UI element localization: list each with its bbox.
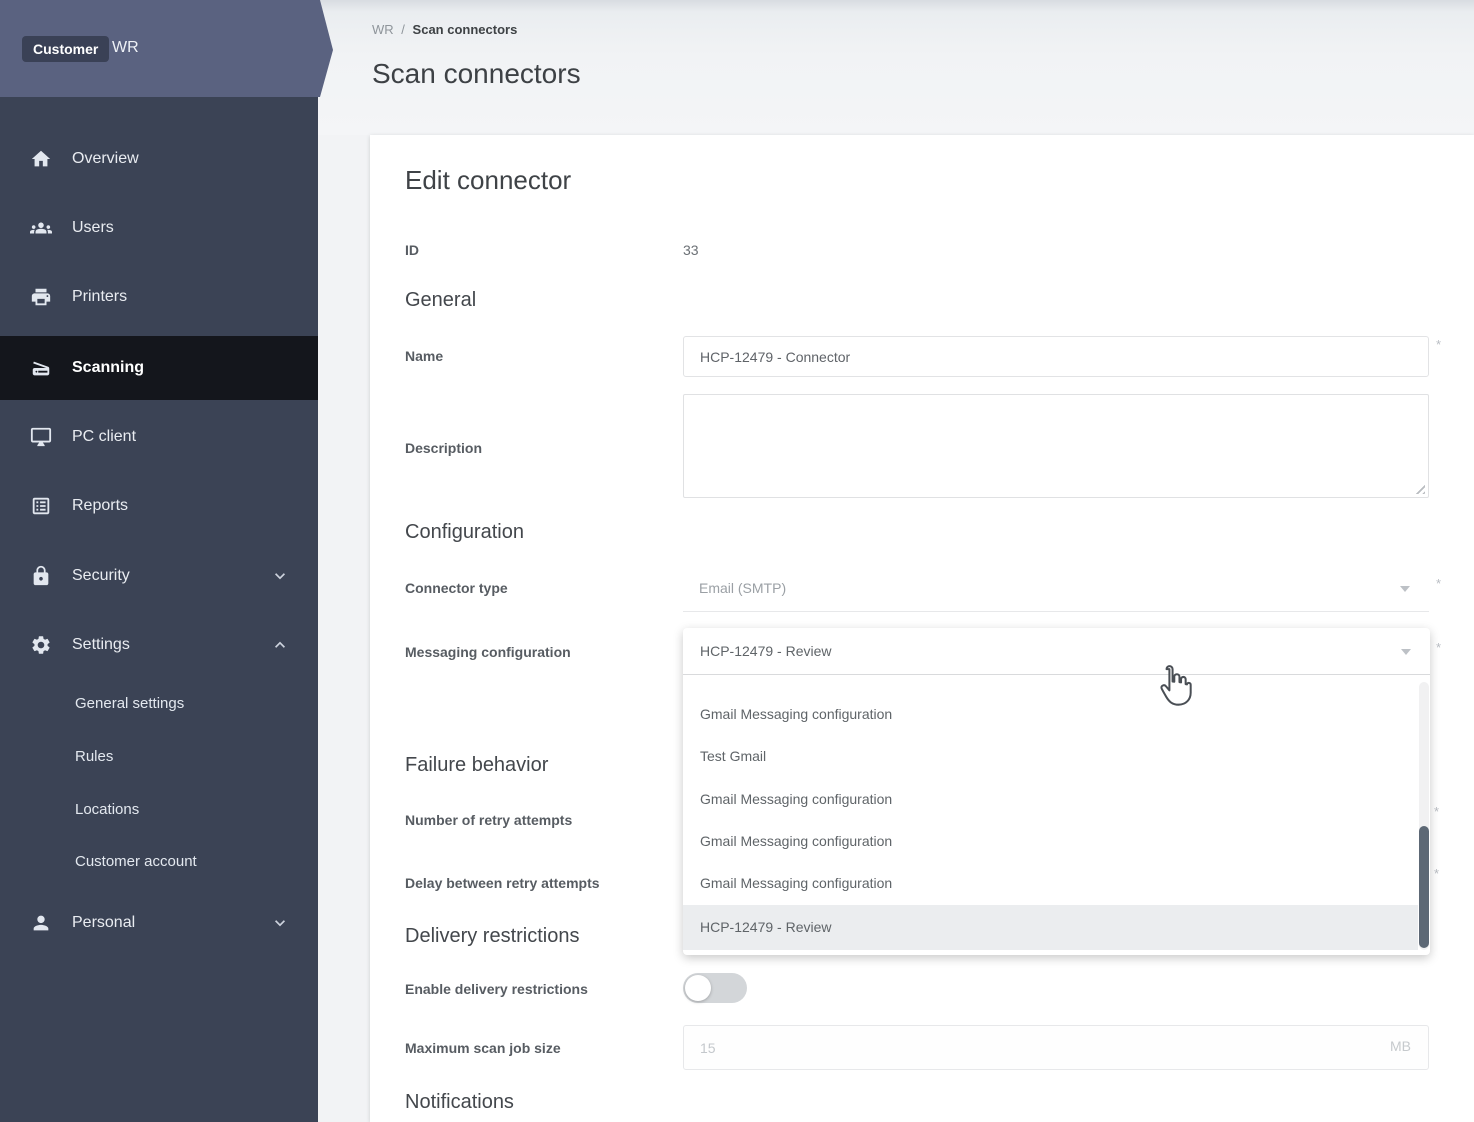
sidebar-item-personal[interactable]: Personal	[0, 901, 318, 945]
scanner-icon	[30, 357, 52, 379]
sidebar-item-label: Users	[72, 219, 114, 237]
users-icon	[30, 217, 52, 239]
sidebar-item-label: PC client	[72, 428, 136, 446]
sidebar-item-label: Reports	[72, 497, 128, 515]
sidebar-item-security[interactable]: Security	[0, 554, 318, 598]
id-value: 33	[683, 240, 699, 260]
dropdown-option[interactable]: Gmail Messaging configuration	[683, 693, 1418, 736]
page-title: Scan connectors	[372, 58, 581, 90]
sidebar-item-label: Security	[72, 567, 130, 585]
retry-attempts-label: Number of retry attempts	[405, 810, 572, 830]
connector-type-label: Connector type	[405, 578, 508, 598]
enable-delivery-toggle[interactable]	[683, 973, 747, 1003]
sidebar: Customer WR Overview Users Printers Scan…	[0, 0, 318, 1122]
sidebar-item-settings[interactable]: Settings	[0, 623, 318, 667]
sidebar-subitem-rules[interactable]: Rules	[0, 738, 318, 774]
customer-badge: Customer	[22, 36, 109, 62]
section-notifications: Notifications	[405, 1089, 514, 1115]
sidebar-item-label: Settings	[72, 636, 130, 654]
chevron-down-icon	[1401, 649, 1411, 655]
customer-name: WR	[112, 39, 139, 57]
sidebar-item-scanning[interactable]: Scanning	[0, 336, 318, 400]
printer-icon	[30, 286, 52, 308]
chevron-down-icon	[1400, 586, 1410, 592]
sidebar-header: Customer WR	[0, 0, 335, 97]
sidebar-subitem-label: General settings	[75, 695, 184, 712]
sidebar-subitem-label: Rules	[75, 748, 113, 765]
sidebar-item-label: Overview	[72, 150, 139, 168]
retry-delay-label: Delay between retry attempts	[405, 873, 600, 893]
dropdown-option[interactable]: Test Gmail	[683, 735, 1418, 778]
page-header: WR / Scan connectors Scan connectors	[318, 0, 1474, 135]
messaging-config-dropdown: HCP-12479 - Review Gmail Messaging confi…	[683, 628, 1430, 955]
sidebar-item-label: Personal	[72, 914, 135, 932]
sidebar-item-printers[interactable]: Printers	[0, 275, 318, 319]
section-failure-behavior: Failure behavior	[405, 752, 548, 778]
toggle-knob	[685, 975, 711, 1001]
required-marker: *	[1436, 641, 1441, 654]
chevron-up-icon	[270, 635, 290, 655]
breadcrumb-root-link[interactable]: WR	[372, 22, 394, 37]
section-configuration: Configuration	[405, 519, 524, 545]
required-marker: *	[1434, 805, 1439, 818]
description-textarea[interactable]	[683, 394, 1429, 498]
required-marker: *	[1436, 577, 1441, 590]
sidebar-subitem-label: Customer account	[75, 853, 197, 870]
breadcrumb-current: Scan connectors	[413, 22, 518, 37]
main-content: WR / Scan connectors Scan connectors Edi…	[318, 0, 1474, 1122]
card-title: Edit connector	[405, 165, 571, 196]
sidebar-subitem-locations[interactable]: Locations	[0, 791, 318, 827]
person-icon	[30, 912, 52, 934]
messaging-config-label: Messaging configuration	[405, 642, 571, 662]
chevron-down-icon	[270, 566, 290, 586]
gear-icon	[30, 634, 52, 656]
chevron-down-icon	[270, 913, 290, 933]
sidebar-item-users[interactable]: Users	[0, 206, 318, 250]
required-marker: *	[1436, 338, 1441, 351]
report-icon	[30, 495, 52, 517]
dropdown-option[interactable]: Gmail Messaging configuration	[683, 820, 1418, 863]
sidebar-item-pc-client[interactable]: PC client	[0, 415, 318, 459]
max-scan-size-label: Maximum scan job size	[405, 1038, 561, 1058]
breadcrumb: WR / Scan connectors	[372, 22, 517, 37]
description-label: Description	[405, 438, 482, 458]
sidebar-item-overview[interactable]: Overview	[0, 137, 318, 181]
dropdown-option[interactable]: Gmail Messaging configuration	[683, 778, 1418, 821]
sidebar-item-label: Printers	[72, 288, 127, 306]
max-scan-size-unit: MB	[1390, 1038, 1411, 1054]
required-marker: *	[1434, 867, 1439, 880]
sidebar-subitem-customer-account[interactable]: Customer account	[0, 843, 318, 879]
monitor-icon	[30, 426, 52, 448]
max-scan-size-input	[683, 1025, 1429, 1070]
lock-icon	[30, 565, 52, 587]
sidebar-item-label: Scanning	[72, 359, 144, 377]
edit-connector-card: Edit connector ID 33 General Name * Desc…	[370, 135, 1474, 1122]
section-delivery-restrictions: Delivery restrictions	[405, 923, 579, 949]
home-icon	[30, 148, 52, 170]
connector-type-value: Email (SMTP)	[699, 580, 786, 596]
sidebar-item-reports[interactable]: Reports	[0, 484, 318, 528]
connector-type-select: Email (SMTP)	[683, 566, 1429, 612]
dropdown-option[interactable]: Gmail Messaging configuration	[683, 862, 1418, 905]
sidebar-subitem-general-settings[interactable]: General settings	[0, 685, 318, 721]
dropdown-scrollbar-thumb[interactable]	[1419, 826, 1429, 948]
name-input[interactable]	[683, 336, 1429, 377]
sidebar-subitem-label: Locations	[75, 801, 139, 818]
name-label: Name	[405, 346, 443, 366]
messaging-config-select[interactable]: HCP-12479 - Review	[683, 628, 1430, 675]
enable-delivery-label: Enable delivery restrictions	[405, 979, 588, 999]
dropdown-option-highlighted[interactable]: HCP-12479 - Review	[683, 905, 1418, 950]
section-general: General	[405, 287, 476, 313]
id-label: ID	[405, 240, 419, 260]
messaging-config-value: HCP-12479 - Review	[700, 643, 832, 659]
breadcrumb-separator: /	[401, 22, 405, 37]
